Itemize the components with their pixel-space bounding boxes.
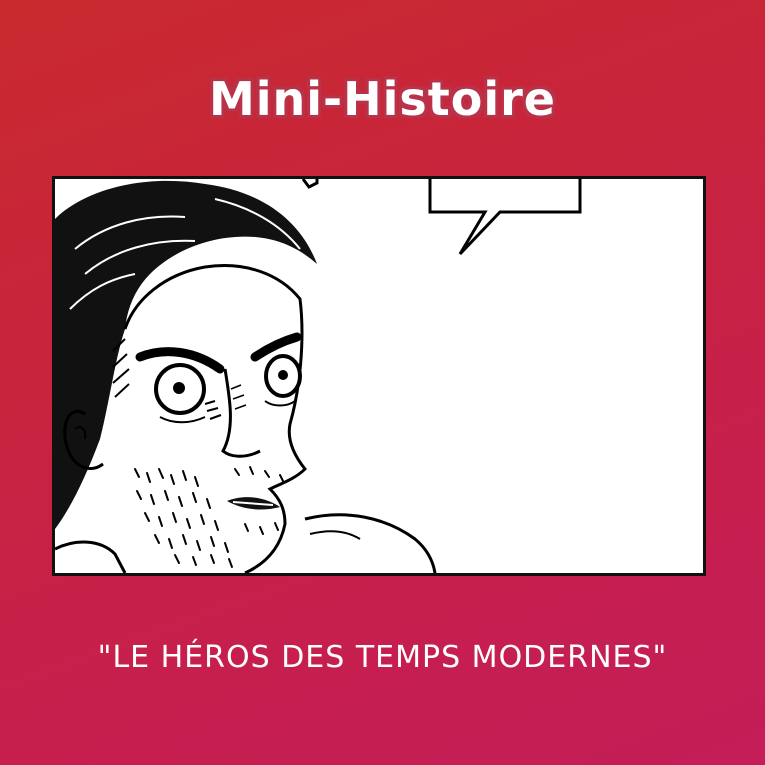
right-eyebrow bbox=[250, 332, 302, 362]
story-subtitle: "LE HÉROS DES TEMPS MODERNES" bbox=[97, 640, 668, 675]
beard-stubble bbox=[134, 466, 284, 568]
shoulder bbox=[304, 513, 437, 573]
comic-illustration bbox=[55, 179, 582, 573]
nose bbox=[221, 368, 261, 458]
speech-bubble-right bbox=[428, 179, 582, 256]
collar bbox=[55, 540, 127, 573]
page-title: Mini-Histoire bbox=[208, 72, 557, 126]
face-outline bbox=[123, 264, 308, 573]
speech-bubble-left bbox=[301, 179, 319, 189]
comic-panel bbox=[52, 176, 706, 576]
